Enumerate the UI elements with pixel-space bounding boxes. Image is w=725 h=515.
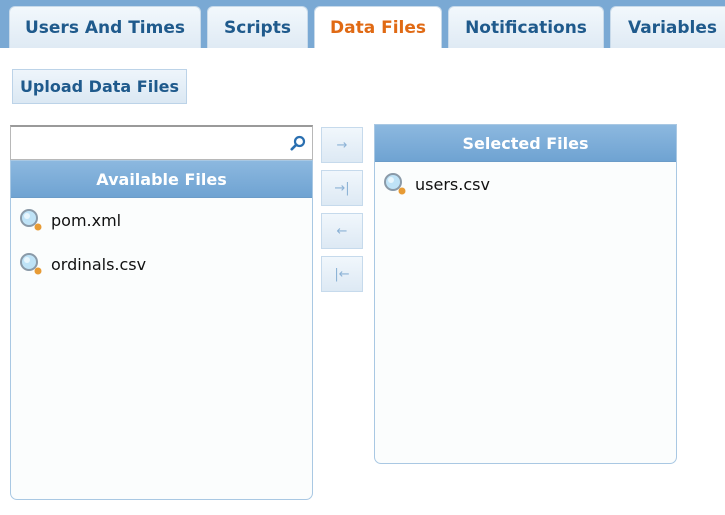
- file-name: pom.xml: [51, 210, 122, 230]
- magnifier-icon: [20, 209, 42, 231]
- add-all-button[interactable]: →|: [321, 170, 363, 206]
- remove-selected-button[interactable]: ←: [321, 213, 363, 249]
- tab-bar: Users And Times Scripts Data Files Notif…: [0, 0, 725, 48]
- file-name: users.csv: [415, 174, 490, 194]
- tab-variables[interactable]: Variables: [610, 6, 725, 48]
- tab-scripts[interactable]: Scripts: [207, 6, 308, 48]
- list-item[interactable]: ordinals.csv: [11, 242, 312, 286]
- remove-all-button[interactable]: |←: [321, 256, 363, 292]
- add-selected-button[interactable]: →: [321, 127, 363, 163]
- magnifier-icon: [20, 253, 42, 275]
- tab-notifications[interactable]: Notifications: [448, 6, 604, 48]
- tab-data-files[interactable]: Data Files: [314, 6, 442, 48]
- magnifier-icon: [384, 173, 406, 195]
- list-item[interactable]: pom.xml: [11, 198, 312, 242]
- search-input[interactable]: [15, 127, 289, 159]
- file-name: ordinals.csv: [51, 254, 147, 274]
- tab-users-and-times[interactable]: Users And Times: [9, 6, 201, 48]
- selected-files-panel: Selected Files users.csv: [374, 124, 677, 464]
- available-files-panel: Available Files pom.xml ordinals.csv: [10, 160, 313, 500]
- file-search: [10, 125, 313, 160]
- selected-files-header: Selected Files: [375, 125, 676, 162]
- list-item[interactable]: users.csv: [375, 162, 676, 206]
- search-icon[interactable]: [290, 135, 306, 151]
- upload-data-files-button[interactable]: Upload Data Files: [12, 69, 187, 104]
- available-files-header: Available Files: [11, 161, 312, 198]
